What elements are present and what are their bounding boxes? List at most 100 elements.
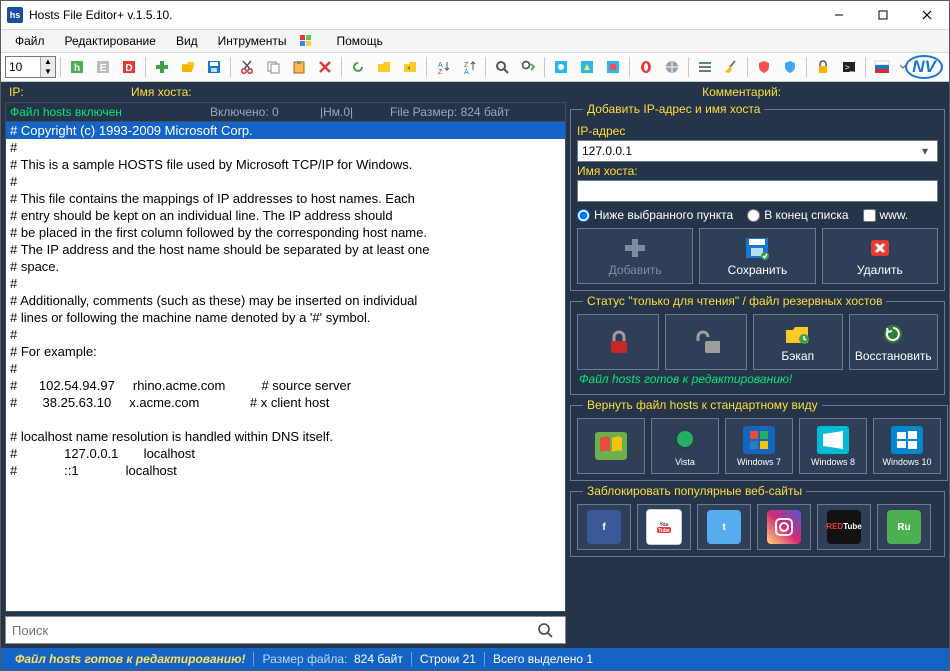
block-facebook-button[interactable]: f [577, 504, 631, 550]
tool-shield2-icon[interactable] [778, 55, 802, 79]
hosts-line[interactable]: # 102.54.94.97 rhino.acme.com # source s… [6, 377, 565, 394]
tool-plugin2-icon[interactable] [575, 55, 599, 79]
hosts-line[interactable]: # The IP address and the host name shoul… [6, 241, 565, 258]
tool-find-icon[interactable] [490, 55, 514, 79]
block-youtube-button[interactable]: YouTube [637, 504, 691, 550]
panel-default: Вернуть файл hosts к стандартному виду X… [570, 398, 948, 481]
tool-cmd-icon[interactable]: >_ [837, 55, 861, 79]
tool-sort-za-icon[interactable]: ZA [457, 55, 481, 79]
tool-plugin3-icon[interactable] [601, 55, 625, 79]
tool-host-icon[interactable]: h [65, 55, 89, 79]
delete-button[interactable]: Удалить [822, 228, 938, 284]
svg-text:A: A [438, 62, 443, 69]
delete-icon [866, 235, 894, 261]
block-twitter-button[interactable]: t [697, 504, 751, 550]
block-rutracker-button[interactable]: Ru [877, 504, 931, 550]
tool-refresh-icon[interactable] [346, 55, 370, 79]
check-www-input[interactable] [863, 209, 876, 222]
hosts-line[interactable]: # [6, 139, 565, 156]
hosts-line[interactable]: # For example: [6, 343, 565, 360]
hosts-line[interactable]: # localhost name resolution is handled w… [6, 428, 565, 445]
tool-paste-icon[interactable] [287, 55, 311, 79]
host-input[interactable] [577, 180, 938, 202]
hosts-line[interactable]: # Additionally, comments (such as these)… [6, 292, 565, 309]
os-win10-button[interactable]: Windows 10 [873, 418, 941, 474]
hosts-line[interactable]: # 38.25.63.10 x.acme.com # x client host [6, 394, 565, 411]
close-button[interactable] [905, 1, 949, 29]
hosts-line[interactable]: # 127.0.0.1 localhost [6, 445, 565, 462]
hosts-line[interactable]: # [6, 360, 565, 377]
hosts-line[interactable]: # This file contains the mappings of IP … [6, 190, 565, 207]
menu-edit[interactable]: Редактирование [57, 32, 164, 50]
tool-list-icon[interactable] [693, 55, 717, 79]
tool-cut-icon[interactable] [235, 55, 259, 79]
os-xp-button[interactable]: XP [577, 418, 645, 474]
hosts-line[interactable]: # [6, 173, 565, 190]
maximize-button[interactable] [861, 1, 905, 29]
tool-flag-icon[interactable] [870, 55, 894, 79]
tool-shield1-icon[interactable] [752, 55, 776, 79]
search-bar[interactable] [5, 616, 566, 644]
menu-view[interactable]: Вид [168, 32, 206, 50]
tool-sort-az-icon[interactable]: AZ [431, 55, 455, 79]
tool-lock-icon[interactable] [811, 55, 835, 79]
font-size-up[interactable]: ▲ [40, 57, 55, 67]
radio-end[interactable]: В конец списка [747, 208, 848, 222]
hosts-line[interactable]: # lines or following the machine name de… [6, 309, 565, 326]
tool-save-icon[interactable] [202, 55, 226, 79]
chevron-down-icon[interactable]: ▾ [917, 144, 933, 158]
tool-delete-icon[interactable] [313, 55, 337, 79]
tool-folder2-icon[interactable] [372, 55, 396, 79]
hosts-line[interactable]: # entry should be kept on an individual … [6, 207, 565, 224]
hosts-line[interactable]: # This is a sample HOSTS file used by Mi… [6, 156, 565, 173]
tool-replace-icon[interactable] [516, 55, 540, 79]
menu-file[interactable]: Файл [7, 32, 53, 50]
block-instagram-button[interactable] [757, 504, 811, 550]
block-redtube-button[interactable]: REDTube [817, 504, 871, 550]
hosts-line[interactable]: # space. [6, 258, 565, 275]
hosts-enabled-label: Файл hosts включен [10, 105, 210, 119]
menu-tools[interactable]: Интрументы [210, 32, 295, 50]
font-size-down[interactable]: ▼ [40, 67, 55, 77]
search-icon[interactable] [537, 622, 565, 638]
add-button[interactable]: Добавить [577, 228, 693, 284]
plus-icon [621, 235, 649, 261]
hosts-line[interactable]: # be placed in the first column followed… [6, 224, 565, 241]
hosts-text-area[interactable]: # Copyright (c) 1993-2009 Microsoft Corp… [5, 121, 566, 612]
hosts-line[interactable]: # ::1 localhost [6, 462, 565, 479]
tool-broom-icon[interactable] [719, 55, 743, 79]
windows-flag-icon[interactable] [298, 33, 314, 49]
search-input[interactable] [6, 623, 537, 638]
tool-globe-icon[interactable] [660, 55, 684, 79]
hosts-line[interactable]: # [6, 275, 565, 292]
restore-button[interactable]: Восстановить [849, 314, 939, 370]
tool-opera-icon[interactable] [634, 55, 658, 79]
tool-folder-back-icon[interactable] [398, 55, 422, 79]
font-size-stepper[interactable]: ▲ ▼ [5, 56, 56, 78]
lock-button[interactable] [577, 314, 659, 370]
menu-help[interactable]: Помощь [328, 32, 390, 50]
save-button[interactable]: Сохранить [699, 228, 815, 284]
tool-open-icon[interactable] [176, 55, 200, 79]
unlock-button[interactable] [665, 314, 747, 370]
os-vista-label: Vista [675, 457, 695, 467]
hosts-line[interactable]: # Copyright (c) 1993-2009 Microsoft Corp… [6, 122, 565, 139]
hosts-line[interactable] [6, 411, 565, 428]
tool-plugin1-icon[interactable] [549, 55, 573, 79]
radio-below-input[interactable] [577, 209, 590, 222]
ip-combo[interactable]: 127.0.0.1 ▾ [577, 140, 938, 162]
os-win7-button[interactable]: Windows 7 [725, 418, 793, 474]
radio-below[interactable]: Ниже выбранного пункта [577, 208, 733, 222]
backup-button[interactable]: Бэкап [753, 314, 843, 370]
os-win8-button[interactable]: Windows 8 [799, 418, 867, 474]
font-size-input[interactable] [6, 60, 40, 74]
os-vista-button[interactable]: Vista [651, 418, 719, 474]
tool-disable-icon[interactable]: D [117, 55, 141, 79]
tool-enable-icon[interactable]: E [91, 55, 115, 79]
minimize-button[interactable] [817, 1, 861, 29]
radio-end-input[interactable] [747, 209, 760, 222]
hosts-line[interactable]: # [6, 326, 565, 343]
check-www[interactable]: www. [863, 208, 909, 222]
tool-copy-icon[interactable] [261, 55, 285, 79]
tool-add-icon[interactable] [150, 55, 174, 79]
